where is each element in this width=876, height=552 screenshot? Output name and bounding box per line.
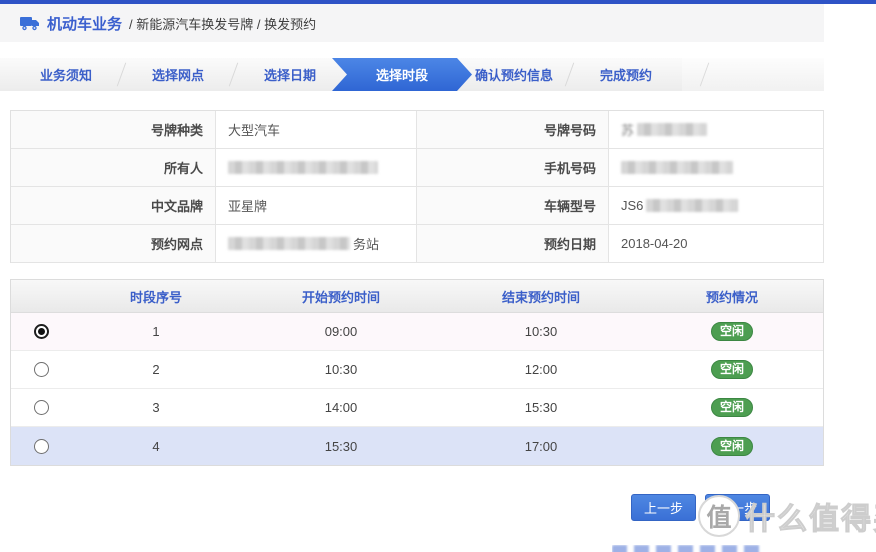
timeslot-row-3[interactable]: 3 14:00 15:30 空闲 xyxy=(11,389,823,427)
wizard-actions: 上一步 下一步 xyxy=(0,494,824,521)
phone-label: 手机号码 xyxy=(417,149,609,187)
next-step-button[interactable]: 下一步 xyxy=(705,494,770,521)
start-time-cell: 14:00 xyxy=(241,389,441,426)
timeslot-table: 时段序号 开始预约时间 结束预约时间 预约情况 1 09:00 10:30 空闲… xyxy=(10,279,824,466)
step-tab-site[interactable]: 选择网点 xyxy=(122,58,234,91)
col-start-header: 开始预约时间 xyxy=(241,280,441,312)
model-value: JS6 xyxy=(609,187,824,225)
timeslot-radio-3[interactable] xyxy=(34,400,49,415)
start-time-cell: 15:30 xyxy=(241,427,441,465)
seq-cell: 4 xyxy=(71,427,241,465)
cutoff-text-artifact xyxy=(612,545,762,552)
step-tabs-filler xyxy=(682,58,824,91)
breadcrumb-root-link[interactable]: 机动车业务 xyxy=(47,13,122,34)
timeslot-radio-1[interactable] xyxy=(34,324,49,339)
radio-column-header xyxy=(11,280,71,312)
redacted-block xyxy=(646,199,738,212)
plate-number-label: 号牌号码 xyxy=(417,111,609,149)
redacted-block xyxy=(228,237,350,250)
redacted-block xyxy=(637,123,707,136)
info-row: 所有人 手机号码 xyxy=(11,149,824,187)
seq-cell: 2 xyxy=(71,351,241,388)
owner-value xyxy=(216,149,417,187)
site-label: 预约网点 xyxy=(11,225,216,263)
end-time-cell: 10:30 xyxy=(441,313,641,350)
page: 机动车业务 / 新能源汽车换发号牌 / 换发预约 业务须知 选择网点 选择日期 … xyxy=(0,4,824,521)
date-label: 预约日期 xyxy=(417,225,609,263)
plate-number-prefix: 苏 xyxy=(621,120,634,139)
site-suffix: 务站 xyxy=(353,234,379,253)
status-badge: 空闲 xyxy=(711,398,753,417)
seq-cell: 1 xyxy=(71,313,241,350)
breadcrumb: 机动车业务 / 新能源汽车换发号牌 / 换发预约 xyxy=(0,4,824,42)
site-value: 务站 xyxy=(216,225,417,263)
redacted-block xyxy=(621,161,733,174)
timeslot-table-header: 时段序号 开始预约时间 结束预约时间 预约情况 xyxy=(11,280,823,313)
status-badge: 空闲 xyxy=(711,437,753,456)
end-time-cell: 17:00 xyxy=(441,427,641,465)
seq-cell: 3 xyxy=(71,389,241,426)
end-time-cell: 15:30 xyxy=(441,389,641,426)
previous-step-button[interactable]: 上一步 xyxy=(631,494,696,521)
step-tab-date[interactable]: 选择日期 xyxy=(234,58,346,91)
start-time-cell: 09:00 xyxy=(241,313,441,350)
col-seq-header: 时段序号 xyxy=(71,280,241,312)
col-end-header: 结束预约时间 xyxy=(441,280,641,312)
model-prefix: JS6 xyxy=(621,198,643,213)
info-row: 号牌种类 大型汽车 号牌号码 苏 xyxy=(11,111,824,149)
status-badge: 空闲 xyxy=(711,322,753,341)
timeslot-row-1[interactable]: 1 09:00 10:30 空闲 xyxy=(11,313,823,351)
status-badge: 空闲 xyxy=(711,360,753,379)
step-tab-timeslot-active[interactable]: 选择时段 xyxy=(332,58,472,91)
start-time-cell: 10:30 xyxy=(241,351,441,388)
step-tab-confirm[interactable]: 确认预约信息 xyxy=(458,58,570,91)
plate-type-label: 号牌种类 xyxy=(11,111,216,149)
phone-value xyxy=(609,149,824,187)
step-tab-notice[interactable]: 业务须知 xyxy=(10,58,122,91)
col-status-header: 预约情况 xyxy=(641,280,823,312)
booking-info-table: 号牌种类 大型汽车 号牌号码 苏 所有人 手机号码 中文品牌 亚星牌 车辆型号 … xyxy=(10,110,824,263)
info-row: 中文品牌 亚星牌 车辆型号 JS6 xyxy=(11,187,824,225)
timeslot-row-2[interactable]: 2 10:30 12:00 空闲 xyxy=(11,351,823,389)
step-tabs: 业务须知 选择网点 选择日期 选择时段 确认预约信息 完成预约 xyxy=(0,58,824,91)
owner-label: 所有人 xyxy=(11,149,216,187)
truck-icon xyxy=(20,16,40,31)
brand-value: 亚星牌 xyxy=(216,187,417,225)
date-value: 2018-04-20 xyxy=(609,225,824,263)
step-tab-done[interactable]: 完成预约 xyxy=(570,58,682,91)
timeslot-row-4[interactable]: 4 15:30 17:00 空闲 xyxy=(11,427,823,465)
timeslot-radio-2[interactable] xyxy=(34,362,49,377)
info-row: 预约网点 务站 预约日期 2018-04-20 xyxy=(11,225,824,263)
plate-number-value: 苏 xyxy=(609,111,824,149)
model-label: 车辆型号 xyxy=(417,187,609,225)
brand-label: 中文品牌 xyxy=(11,187,216,225)
timeslot-radio-4[interactable] xyxy=(34,439,49,454)
end-time-cell: 12:00 xyxy=(441,351,641,388)
redacted-block xyxy=(228,161,378,174)
plate-type-value: 大型汽车 xyxy=(216,111,417,149)
breadcrumb-path: / 新能源汽车换发号牌 / 换发预约 xyxy=(129,14,316,33)
